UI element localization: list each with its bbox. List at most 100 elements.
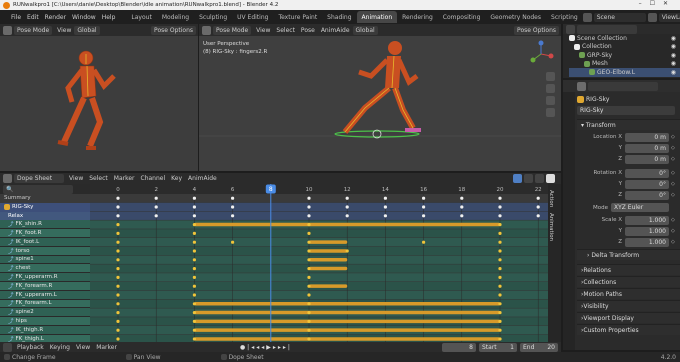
transform-value-field[interactable]: 0 m: [625, 154, 669, 164]
outliner[interactable]: Scene Collection ◉ Collection ◉ GRP-Sky ◉ Mesh…: [563, 24, 680, 78]
main-animaide-menu[interactable]: AnimAide: [318, 25, 353, 36]
bone-channel[interactable]: ⤴ spine1: [0, 255, 90, 265]
menu-window[interactable]: Window: [69, 12, 99, 23]
keyframe-marker[interactable]: [116, 205, 120, 209]
keyframe-marker[interactable]: [154, 196, 158, 200]
menu-help[interactable]: Help: [99, 12, 119, 23]
dopesheet-type-icon[interactable]: [3, 174, 12, 183]
keyframe-marker[interactable]: [383, 196, 387, 200]
keyframe-marker[interactable]: [116, 196, 120, 200]
main-pose-menu[interactable]: Pose: [298, 25, 318, 36]
keyframe-marker[interactable]: [536, 205, 540, 209]
keyframe-marker[interactable]: [460, 205, 464, 209]
keyframe-marker[interactable]: [116, 284, 120, 288]
visibility-eye-icon[interactable]: ◉: [671, 69, 676, 76]
scene-selector[interactable]: Scene: [593, 12, 646, 22]
end-frame-field[interactable]: End 20: [520, 342, 558, 352]
dopesheet-menu-animaide[interactable]: AnimAide: [185, 173, 220, 184]
dopesheet-menu-select[interactable]: Select: [86, 173, 111, 184]
keyframe-marker[interactable]: [192, 275, 196, 279]
main-view-menu[interactable]: View: [253, 25, 273, 36]
keyframe-marker[interactable]: [192, 311, 196, 315]
editor-type-icon[interactable]: [202, 25, 211, 35]
dopesheet-menu-channel[interactable]: Channel: [138, 173, 169, 184]
timeline-view-menu[interactable]: View: [73, 342, 93, 353]
delta-transform-header[interactable]: › Delta Transform: [577, 249, 680, 260]
keyframe-marker[interactable]: [307, 284, 311, 288]
keyframe-marker[interactable]: [345, 214, 349, 218]
keyframe-marker[interactable]: [116, 267, 120, 271]
keyframe-hold-bar[interactable]: [309, 249, 348, 253]
keyframe-marker[interactable]: [116, 258, 120, 262]
visibility-eye-icon[interactable]: ◉: [671, 35, 676, 42]
keyframe-marker[interactable]: [231, 214, 235, 218]
keyframe-marker[interactable]: [116, 231, 120, 235]
keyframe-marker[interactable]: [231, 205, 235, 209]
keyframe-dot-icon[interactable]: ◇: [671, 156, 675, 162]
keyframe-marker[interactable]: [192, 284, 196, 288]
keyframe-marker[interactable]: [231, 240, 235, 244]
left-transform-dropdown[interactable]: Global: [74, 25, 100, 35]
keying-menu[interactable]: Keying: [47, 342, 73, 353]
tab-texture-paint[interactable]: Texture Paint: [273, 11, 322, 23]
keyframe-marker[interactable]: [498, 214, 502, 218]
keyframe-marker[interactable]: [307, 319, 311, 323]
main-viewport[interactable]: Pose Mode View Select Pose AnimAide Glob…: [199, 24, 561, 171]
keyframe-marker[interactable]: [498, 196, 502, 200]
transform-value-field[interactable]: 0°: [625, 179, 669, 189]
keyframe-hold-bar[interactable]: [194, 328, 500, 332]
playback-menu[interactable]: Playback: [14, 342, 47, 353]
tab-compositing[interactable]: Compositing: [438, 11, 486, 23]
keyframe-marker[interactable]: [192, 214, 196, 218]
bone-channel[interactable]: ⤴ torso: [0, 246, 90, 256]
keyframe-dot-icon[interactable]: ◇: [671, 228, 675, 234]
keyframe-hold-bar[interactable]: [194, 319, 500, 324]
keyframe-marker[interactable]: [383, 214, 387, 218]
editor-type-icon[interactable]: [3, 25, 12, 35]
keyframe-canvas[interactable]: 02468101214161820228: [90, 184, 548, 342]
view-layer-selector[interactable]: ViewLayer: [658, 12, 680, 22]
zoom-icon[interactable]: [546, 72, 555, 81]
keyframe-marker[interactable]: [498, 205, 502, 209]
section-visibility[interactable]: › Visibility: [577, 300, 680, 311]
current-frame-field[interactable]: 8: [442, 342, 476, 352]
playback-controls[interactable]: ●|◂◂◂▶▸▸▸|: [240, 344, 292, 351]
keyframe-marker[interactable]: [345, 249, 349, 253]
navigation-gizmo[interactable]: [527, 40, 555, 68]
transform-value-field[interactable]: 1.000: [625, 226, 669, 236]
section-relations[interactable]: › Relations: [577, 264, 680, 275]
outliner-item[interactable]: GRP-Sky ◉: [569, 51, 680, 60]
visibility-eye-icon[interactable]: ◉: [671, 43, 676, 50]
ghost-icon[interactable]: [524, 174, 533, 183]
visibility-eye-icon[interactable]: ◉: [671, 60, 676, 67]
keyframe-marker[interactable]: [383, 205, 387, 209]
keyframe-marker[interactable]: [192, 240, 196, 244]
snap-icon[interactable]: [546, 174, 555, 183]
bone-channel[interactable]: ⤴ FK_upperarm.L: [0, 290, 90, 300]
keyframe-marker[interactable]: [536, 196, 540, 200]
keyframe-marker[interactable]: [192, 328, 196, 332]
left-mode-dropdown[interactable]: Pose Mode: [14, 25, 53, 35]
bone-channel[interactable]: ⤴ hips: [0, 317, 90, 326]
left-pose-options[interactable]: Pose Options: [151, 25, 196, 35]
properties-type-icon[interactable]: [577, 81, 586, 91]
keyframe-dot-icon[interactable]: ◇: [671, 192, 675, 198]
left-view-menu[interactable]: View: [54, 25, 74, 36]
keyframe-marker[interactable]: [345, 196, 349, 200]
outliner-item[interactable]: Mesh ◉: [569, 60, 680, 69]
tab-modeling[interactable]: Modeling: [157, 11, 194, 23]
hand-pan-icon[interactable]: [546, 84, 555, 93]
keyframe-marker[interactable]: [116, 328, 120, 332]
grid-ortho-icon[interactable]: [546, 108, 555, 117]
main-mode-dropdown[interactable]: Pose Mode: [213, 25, 252, 35]
keyframe-marker[interactable]: [498, 311, 502, 315]
keyframe-marker[interactable]: [307, 214, 311, 218]
left-viewport[interactable]: Pose Mode View Global Pose Options: [0, 24, 198, 171]
keyframe-marker[interactable]: [460, 214, 464, 218]
keyframe-marker[interactable]: [307, 328, 311, 332]
keyframe-hold-bar[interactable]: [194, 310, 500, 315]
keyframe-marker[interactable]: [422, 240, 426, 244]
main-pose-options[interactable]: Pose Options: [514, 25, 559, 35]
bone-channel[interactable]: ⤴ IK_foot.L: [0, 237, 90, 247]
keyframe-marker[interactable]: [192, 302, 196, 306]
